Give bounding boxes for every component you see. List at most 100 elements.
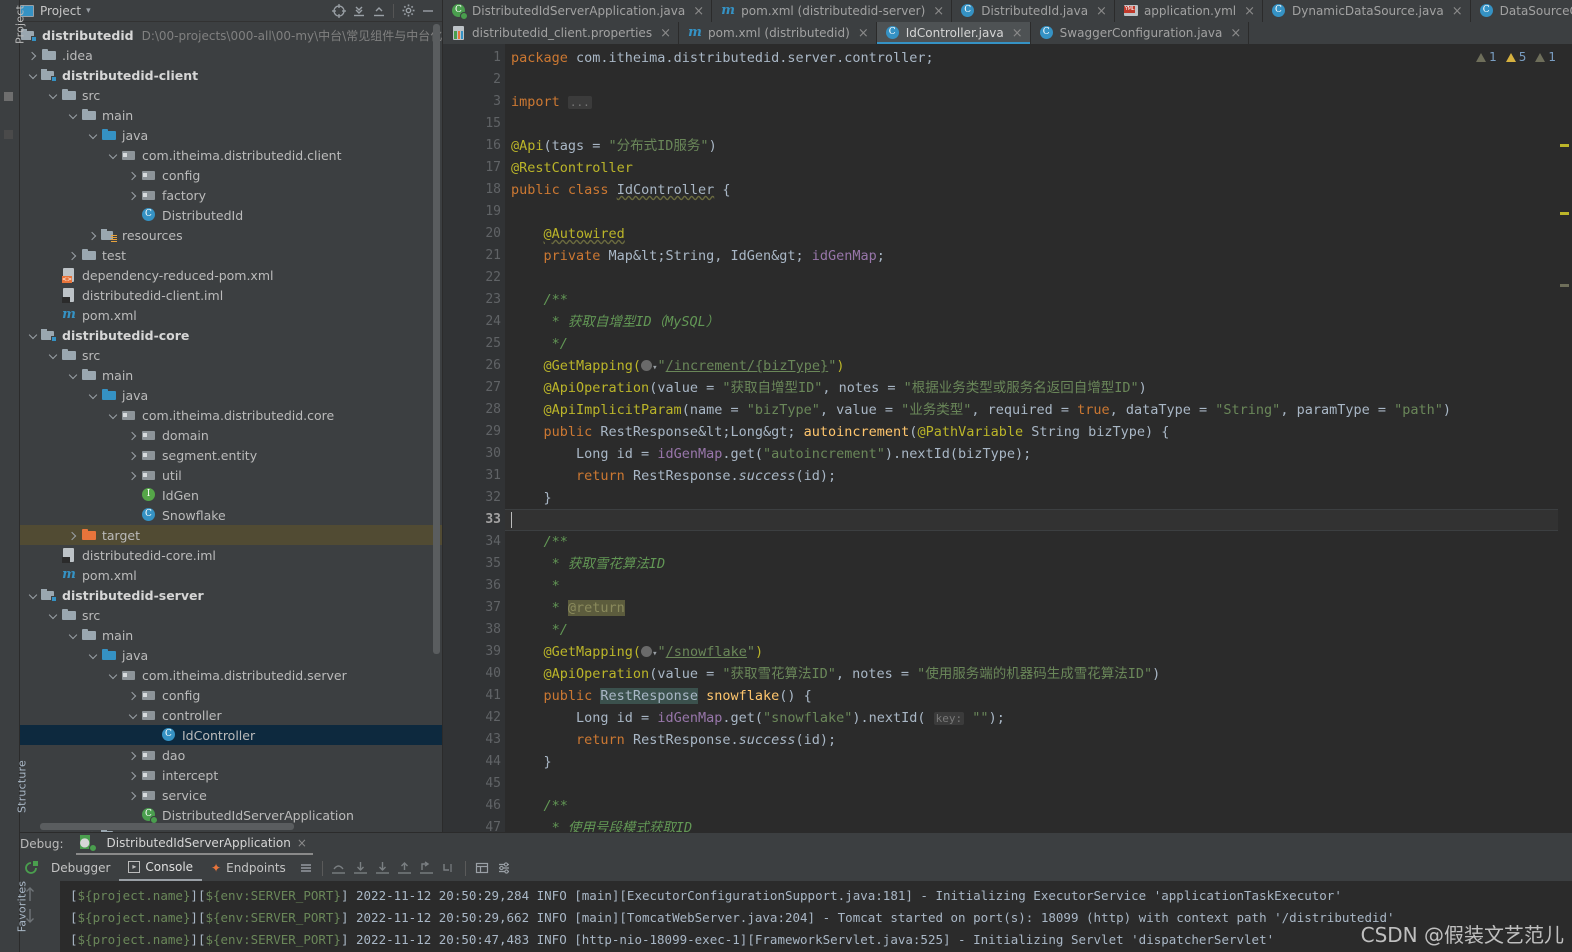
gutter-line-46[interactable]: 46 <box>443 795 544 817</box>
gutter-line-37[interactable]: 37 <box>443 597 505 619</box>
tree-node-target[interactable]: target <box>0 525 442 545</box>
gutter-line-18[interactable]: 18 <box>443 179 526 201</box>
tree-node-src[interactable]: src <box>0 605 442 625</box>
step-into-icon[interactable] <box>350 857 372 879</box>
editor-tab-idcontroller-java[interactable]: C IdController.java × <box>876 22 1031 44</box>
gutter-line-25[interactable]: 25 <box>443 333 543 355</box>
close-icon[interactable]: × <box>1244 5 1255 18</box>
code-line-1[interactable]: package com.itheima.distributedid.server… <box>505 47 1558 69</box>
code-line-38[interactable]: */ <box>505 619 1558 641</box>
code-line-18[interactable]: public class IdController { <box>505 179 1558 201</box>
close-icon[interactable]: × <box>1096 5 1107 18</box>
chevron-right-icon[interactable] <box>68 250 79 261</box>
gutter-line-24[interactable]: 24 <box>443 311 505 333</box>
editor-tab-dynamicdatasource-java[interactable]: C DynamicDataSource.java × <box>1263 0 1471 22</box>
tree-node-dao[interactable]: dao <box>0 745 442 765</box>
tree-node-pom-xml[interactable]: m pom.xml <box>0 305 442 325</box>
tree-node-snowflake[interactable]: C Snowflake <box>0 505 442 525</box>
gutter-line-22[interactable]: 22 <box>443 267 505 289</box>
chevron-down-icon[interactable] <box>108 150 119 161</box>
menu-icon[interactable] <box>295 857 317 879</box>
collapse-all-icon[interactable] <box>349 1 369 21</box>
chevron-down-icon[interactable] <box>88 390 99 401</box>
close-icon[interactable]: × <box>693 5 704 18</box>
tree-node-java[interactable]: java <box>0 645 442 665</box>
gutter-line-40[interactable]: 40 <box>443 663 544 685</box>
code-line-29[interactable]: public RestResponse&lt;Long&gt; autoincr… <box>505 421 1558 443</box>
tree-node-segment-entity[interactable]: segment.entity <box>0 445 442 465</box>
tree-node-main[interactable]: main <box>0 105 442 125</box>
tree-node-main[interactable]: main <box>0 365 442 385</box>
tab-debugger[interactable]: Debugger <box>42 856 119 881</box>
chevron-right-icon[interactable] <box>128 190 139 201</box>
tree-node-test[interactable]: test <box>0 245 442 265</box>
tree-node-distributedid-server[interactable]: distributedid-server <box>0 585 442 605</box>
console-output[interactable]: [${project.name}][${env:SERVER_PORT}] 20… <box>0 881 1572 952</box>
code-line-16[interactable]: @Api(tags = "分布式ID服务") <box>505 135 1558 157</box>
chevron-down-icon[interactable] <box>48 90 59 101</box>
tree-node-config[interactable]: config <box>0 165 442 185</box>
chevron-right-icon[interactable] <box>128 690 139 701</box>
chevron-right-icon[interactable] <box>128 470 139 481</box>
editor-gutter[interactable]: 1 2 3 15 16 17 18 19 20 21 22 23 24 25 26 27 28 29 30 31 32 3… <box>443 44 544 832</box>
code-line-35[interactable]: * 获取雪花算法ID <box>505 553 1558 575</box>
gutter-line-15[interactable]: 15 <box>443 113 505 135</box>
editor-tab-application-yml[interactable]: YML application.yml × <box>1114 0 1263 22</box>
gutter-line-17[interactable]: 17 <box>443 157 543 179</box>
force-step-into-icon[interactable] <box>372 857 394 879</box>
tree-node-distributedid-core-iml[interactable]: distributedid-core.iml <box>0 545 442 565</box>
tree-node-distributedid-client[interactable]: distributedid-client <box>0 65 442 85</box>
editor-tab-distributedid-java[interactable]: C DistributedId.java × <box>952 0 1115 22</box>
code-line-23[interactable]: /** <box>505 289 1558 311</box>
gutter-line-2[interactable]: 2 <box>443 69 505 91</box>
chevron-down-icon[interactable] <box>88 650 99 661</box>
expand-all-icon[interactable] <box>369 1 389 21</box>
close-icon[interactable]: × <box>1452 5 1463 18</box>
gutter-line-42[interactable]: 42 <box>443 707 505 729</box>
tree-node-src[interactable]: src <box>0 85 442 105</box>
tree-node-idcontroller[interactable]: C IdController <box>0 725 442 745</box>
code-line-47[interactable]: * 使用号段模式获取ID <box>505 817 1558 832</box>
code-line-28[interactable]: @ApiImplicitParam(name = "bizType", valu… <box>505 399 1558 421</box>
tree-node-idgen[interactable]: I IdGen <box>0 485 442 505</box>
tree-node-distributedidserverapplication[interactable]: C DistributedIdServerApplication <box>0 805 442 825</box>
gutter-line-16[interactable]: 16 <box>443 135 544 157</box>
tree-node-pom-xml[interactable]: m pom.xml <box>0 565 442 585</box>
chevron-right-icon[interactable] <box>128 750 139 761</box>
editor-tab-datasourceconfig-java[interactable]: CDataSourceConfig.java× <box>1470 0 1572 22</box>
code-line-44[interactable]: } <box>505 751 1558 773</box>
chevron-down-icon[interactable] <box>28 330 39 341</box>
inspection-badge-grey-1[interactable]: 1 <box>1476 50 1497 64</box>
project-tree[interactable]: distributedid D:\00-projects\000-all\00-m… <box>0 22 442 832</box>
gutter-line-26[interactable]: 26 <box>443 355 544 377</box>
gutter-line-47[interactable]: 47 <box>443 817 505 832</box>
gutter-line-31[interactable]: 31 <box>443 465 505 487</box>
minimize-icon[interactable] <box>418 1 438 21</box>
gutter-line-38[interactable]: 38 <box>443 619 543 641</box>
tree-node-com-itheima-distributedid-core[interactable]: com.itheima.distributedid.core <box>0 405 442 425</box>
locate-icon[interactable] <box>329 1 349 21</box>
code-line-22[interactable] <box>505 267 1558 289</box>
editor-tab-pom-xml-distributedid-server-[interactable]: m pom.xml (distributedid-server) × <box>712 0 953 22</box>
error-stripe-mark[interactable] <box>1560 284 1569 287</box>
code-line-30[interactable]: Long id = idGenMap.get("autoincrement").… <box>505 443 1558 465</box>
chevron-down-icon[interactable] <box>68 370 79 381</box>
gutter-line-20[interactable]: 20 <box>443 223 505 245</box>
tree-node-distributedid[interactable]: C DistributedId <box>0 205 442 225</box>
close-icon[interactable]: × <box>933 5 944 18</box>
gutter-line-28[interactable]: 28 <box>443 399 543 421</box>
tree-node-distributedid[interactable]: distributedid D:\00-projects\000-all\00-m… <box>0 25 442 45</box>
close-icon[interactable]: × <box>297 836 307 850</box>
tab-console[interactable]: ▸ Console <box>119 856 203 881</box>
tree-node-src[interactable]: src <box>0 345 442 365</box>
error-stripe-mark[interactable] <box>1560 144 1569 147</box>
chevron-down-icon[interactable] <box>108 410 119 421</box>
gutter-line-35[interactable]: 35 <box>443 553 505 575</box>
code-line-41[interactable]: public RestResponse snowflake() { <box>505 685 1558 707</box>
chevron-down-icon[interactable] <box>88 130 99 141</box>
gutter-line-43[interactable]: 43 <box>443 729 505 751</box>
tool-tab-project[interactable]: Project <box>14 0 27 65</box>
chevron-down-icon[interactable] <box>108 670 119 681</box>
step-over-icon[interactable] <box>328 857 350 879</box>
code-line-2[interactable] <box>505 69 1558 91</box>
